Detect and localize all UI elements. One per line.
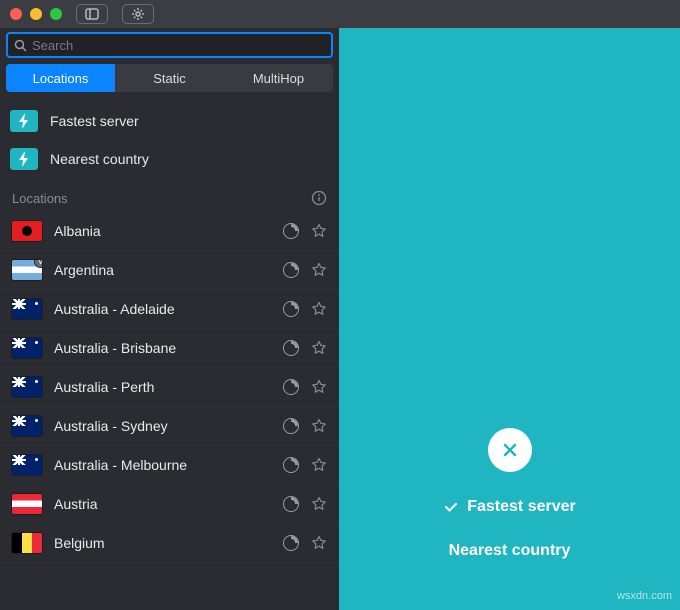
location-name: Australia - Sydney xyxy=(54,418,271,434)
watermark: wsxdn.com xyxy=(617,590,672,602)
content: Locations Static MultiHop Fastest server… xyxy=(0,28,680,610)
lightning-icon xyxy=(10,148,38,170)
location-row[interactable]: Australia - Perth xyxy=(0,368,339,407)
location-name: Argentina xyxy=(54,262,271,278)
flag-icon: V xyxy=(12,260,42,280)
flag-icon xyxy=(12,377,42,397)
favorite-star-icon[interactable] xyxy=(311,262,327,278)
search-icon xyxy=(14,39,27,52)
location-name: Australia - Adelaide xyxy=(54,301,271,317)
sidebar: Locations Static MultiHop Fastest server… xyxy=(0,28,339,610)
search-field[interactable] xyxy=(6,32,333,58)
main-nearest-country[interactable]: Nearest country xyxy=(449,542,571,560)
verified-badge: V xyxy=(34,260,42,268)
maximize-window-button[interactable] xyxy=(50,8,62,20)
location-name: Belgium xyxy=(54,535,271,551)
main-panel: Fastest server Nearest country wsxdn.com xyxy=(339,28,680,610)
disconnect-button[interactable] xyxy=(488,428,532,472)
favorite-star-icon[interactable] xyxy=(311,496,327,512)
sidebar-toggle-button[interactable] xyxy=(76,4,108,24)
latency-indicator xyxy=(283,535,299,551)
nearest-country-item[interactable]: Nearest country xyxy=(10,140,329,178)
flag-icon xyxy=(12,338,42,358)
settings-button[interactable] xyxy=(122,4,154,24)
location-row[interactable]: Australia - Brisbane xyxy=(0,329,339,368)
location-name: Australia - Melbourne xyxy=(54,457,271,473)
flag-icon xyxy=(12,455,42,475)
favorite-star-icon[interactable] xyxy=(311,379,327,395)
search-input[interactable] xyxy=(32,38,325,53)
latency-indicator xyxy=(283,418,299,434)
favorite-star-icon[interactable] xyxy=(311,535,327,551)
titlebar xyxy=(0,0,680,28)
latency-indicator xyxy=(283,379,299,395)
flag-icon xyxy=(12,533,42,553)
favorite-star-icon[interactable] xyxy=(311,223,327,239)
location-name: Austria xyxy=(54,496,271,512)
window-controls xyxy=(10,8,62,20)
favorite-star-icon[interactable] xyxy=(311,418,327,434)
latency-indicator xyxy=(283,223,299,239)
close-window-button[interactable] xyxy=(10,8,22,20)
location-row[interactable]: Albania xyxy=(0,212,339,251)
minimize-window-button[interactable] xyxy=(30,8,42,20)
location-row[interactable]: V Argentina xyxy=(0,251,339,290)
location-row[interactable]: Australia - Melbourne xyxy=(0,446,339,485)
latency-indicator xyxy=(283,340,299,356)
flag-icon xyxy=(12,299,42,319)
latency-indicator xyxy=(283,301,299,317)
check-icon xyxy=(443,499,459,515)
lightning-icon xyxy=(10,110,38,132)
info-icon[interactable] xyxy=(311,190,327,206)
fastest-server-item[interactable]: Fastest server xyxy=(10,102,329,140)
flag-icon xyxy=(12,221,42,241)
favorite-star-icon[interactable] xyxy=(311,457,327,473)
location-list: Albania V Argentina Australia - Adelaide Aus… xyxy=(0,212,339,610)
locations-header: Locations xyxy=(0,184,339,212)
tab-multihop[interactable]: MultiHop xyxy=(224,64,333,92)
quick-item-label: Fastest server xyxy=(50,113,139,129)
tab-bar: Locations Static MultiHop xyxy=(6,64,333,92)
latency-indicator xyxy=(283,457,299,473)
favorite-star-icon[interactable] xyxy=(311,340,327,356)
favorite-star-icon[interactable] xyxy=(311,301,327,317)
tab-locations[interactable]: Locations xyxy=(6,64,115,92)
flag-icon xyxy=(12,416,42,436)
location-name: Australia - Perth xyxy=(54,379,271,395)
main-fastest-server[interactable]: Fastest server xyxy=(443,498,576,516)
main-option-label: Nearest country xyxy=(449,542,571,560)
flag-icon xyxy=(12,494,42,514)
latency-indicator xyxy=(283,496,299,512)
location-row[interactable]: Austria xyxy=(0,485,339,524)
location-row[interactable]: Belgium xyxy=(0,524,339,563)
quick-connect-section: Fastest server Nearest country xyxy=(0,96,339,184)
section-title: Locations xyxy=(12,191,68,206)
location-row[interactable]: Australia - Sydney xyxy=(0,407,339,446)
close-icon xyxy=(500,440,520,460)
tab-static[interactable]: Static xyxy=(115,64,224,92)
location-row[interactable]: Australia - Adelaide xyxy=(0,290,339,329)
latency-indicator xyxy=(283,262,299,278)
location-name: Albania xyxy=(54,223,271,239)
search-container xyxy=(0,28,339,62)
quick-item-label: Nearest country xyxy=(50,151,149,167)
main-option-label: Fastest server xyxy=(467,498,576,516)
location-name: Australia - Brisbane xyxy=(54,340,271,356)
